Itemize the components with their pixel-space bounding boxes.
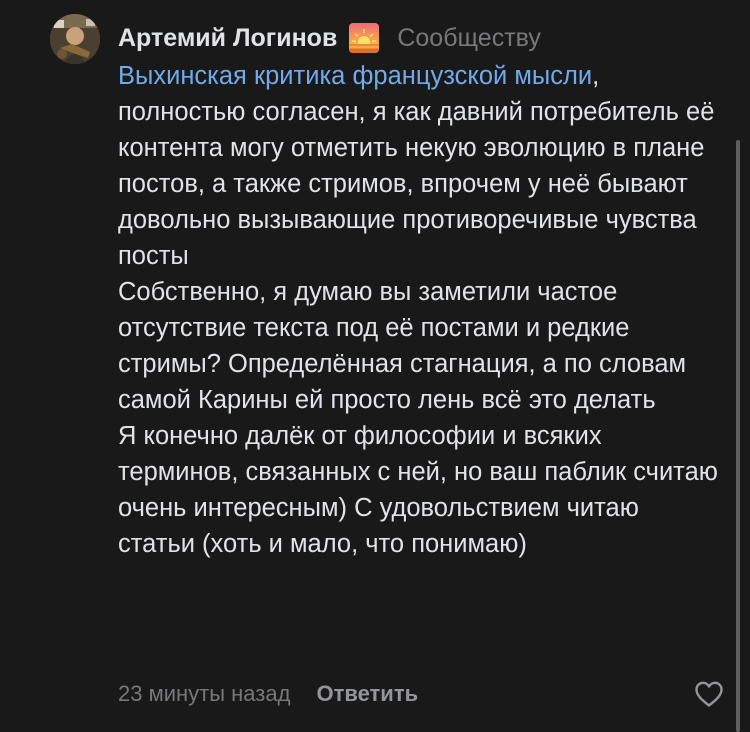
comment-footer: 23 минуты назад Ответить <box>118 676 724 712</box>
reply-context[interactable]: Сообществу <box>397 24 541 53</box>
mention-link[interactable]: Выхинская критика французской мысли <box>118 62 592 90</box>
mention-suffix: , <box>592 62 600 90</box>
comment-paragraph: Я конечно далёк от философии и всяких те… <box>118 422 718 558</box>
comment-header: Артемий Логинов Сообществу <box>118 22 541 54</box>
comment: Артемий Логинов Сообществу Выхинская кри… <box>0 0 750 732</box>
comment-body: Выхинская критика французской мысли, пол… <box>118 58 718 562</box>
timestamp: 23 минуты назад <box>118 681 291 706</box>
scrollbar[interactable] <box>736 140 740 732</box>
reply-button[interactable]: Ответить <box>316 681 418 707</box>
comment-first-line: Выхинская критика французской мысли, <box>118 58 718 94</box>
comment-paragraph: Собственно, я думаю вы заметили частое о… <box>118 278 687 414</box>
avatar-photo <box>50 14 100 64</box>
avatar[interactable] <box>50 14 100 64</box>
comment-paragraph: полностью согласен, я как давний потреби… <box>118 98 715 270</box>
author-name[interactable]: Артемий Логинов <box>118 24 337 53</box>
sunset-emoji-icon <box>349 23 380 53</box>
heart-outline-icon[interactable] <box>694 680 724 708</box>
